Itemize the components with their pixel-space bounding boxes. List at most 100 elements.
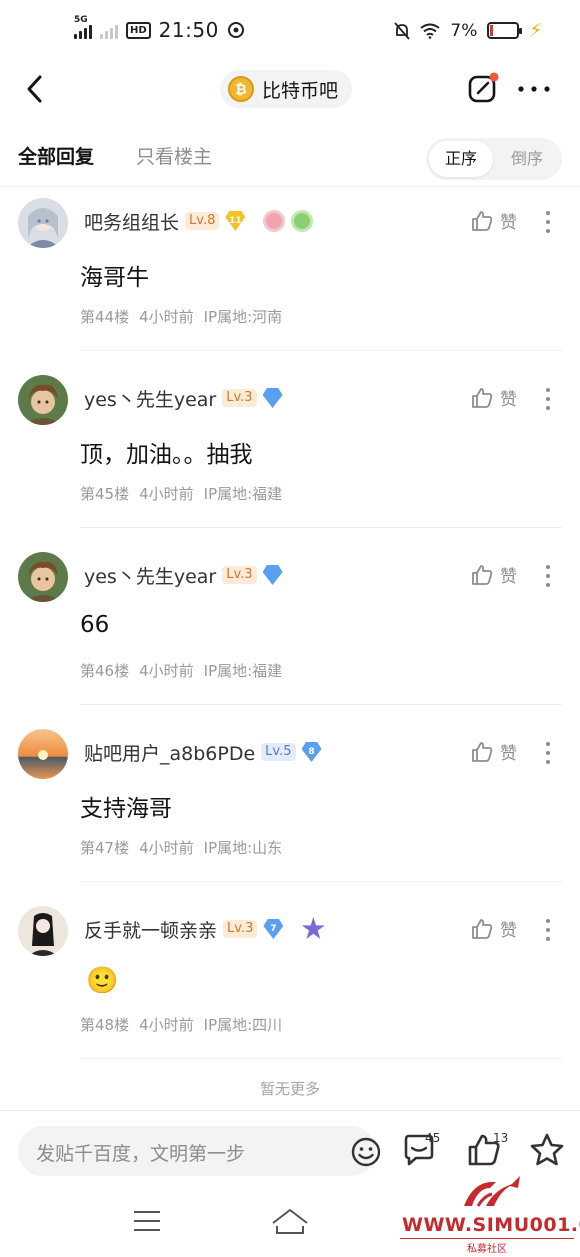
post-time: 4小时前 [139, 485, 194, 503]
divider [80, 704, 562, 705]
reply-meta: 第44楼 4小时前 IP属地:河南 [80, 306, 282, 327]
avatar[interactable] [18, 729, 68, 779]
thumbs-up-icon [472, 564, 493, 585]
avatar[interactable] [18, 375, 68, 425]
status-right: 7% ⚡ [394, 20, 542, 41]
ip-location: IP属地:河南 [203, 308, 283, 326]
battery-icon [487, 22, 523, 39]
star-badge-icon [301, 917, 325, 939]
thumbs-up-icon [472, 210, 493, 231]
thumbs-up-icon [472, 918, 493, 939]
sync-icon [227, 22, 244, 38]
reply-content: 顶，加油。。抽我 [80, 442, 253, 468]
post-time: 4小时前 [139, 839, 194, 857]
like-label: 赞 [500, 921, 517, 941]
diamond-badge-icon [262, 388, 283, 408]
floor-number: 第47楼 [80, 839, 130, 857]
emoji-icon[interactable] [350, 1136, 382, 1168]
like-count: 13 [493, 1131, 509, 1145]
mute-bell-icon [394, 21, 411, 40]
edit-post-icon[interactable] [466, 72, 500, 106]
username[interactable]: 吧务组组长 [84, 208, 179, 235]
top-nav: ₿ 比特币吧 [0, 62, 580, 118]
reply-meta: 第48楼 4小时前 IP属地:四川 [80, 1014, 282, 1035]
user-info: yes丶先生year Lv.3 [84, 385, 283, 411]
like-label: 赞 [500, 744, 517, 764]
clock: 21:50 [158, 18, 219, 42]
comment-placeholder: 发贴千百度，文明第一步 [36, 1143, 246, 1165]
flower-badge-icon [263, 210, 286, 232]
username[interactable]: 反手就一顿亲亲 [84, 916, 217, 943]
star-icon[interactable] [528, 1131, 566, 1169]
bitcoin-icon: ₿ [228, 76, 254, 102]
more-menu-icon[interactable] [516, 76, 552, 102]
leaf-badge-icon [291, 210, 314, 232]
post-time: 4小时前 [139, 662, 194, 680]
home-icon[interactable] [270, 1206, 310, 1236]
like-button[interactable]: 赞 [470, 208, 517, 233]
reply-meta: 第46楼 4小时前 IP属地:福建 [80, 660, 282, 681]
floor-number: 第46楼 [80, 662, 130, 680]
reply-meta: 第45楼 4小时前 IP属地:福建 [80, 483, 282, 504]
gold-rank-icon: 11 [225, 211, 246, 231]
diamond-badge-icon: 7 [263, 919, 284, 939]
ip-location: IP属地:四川 [203, 1016, 283, 1034]
status-bar: 5G HD 21:50 7% ⚡ [0, 0, 580, 62]
reply-item[interactable]: 吧务组组长 Lv.8 11 赞 海哥牛 第44楼 4小时前 IP属地:河南 [0, 186, 580, 363]
username[interactable]: yes丶先生year [84, 562, 216, 589]
sort-ascending-button[interactable]: 正序 [429, 141, 493, 177]
diamond-badge-icon [262, 565, 283, 585]
like-label: 赞 [500, 390, 517, 410]
kebab-menu-icon[interactable] [540, 916, 556, 944]
thumbs-up-icon [472, 741, 493, 762]
username[interactable]: yes丶先生year [84, 385, 216, 412]
menu-icon[interactable] [132, 1208, 162, 1234]
avatar[interactable] [18, 552, 68, 602]
avatar[interactable] [18, 906, 68, 956]
post-time: 4小时前 [139, 308, 194, 326]
diamond-badge-icon: 8 [301, 742, 322, 762]
reply-item[interactable]: 反手就一顿亲亲 Lv.3 7 赞 🙂 第48楼 4小时前 IP属地:四川 [0, 894, 580, 1071]
reply-item[interactable]: 贴吧用户_a8b6PDe Lv.5 8 赞 支持海哥 第47楼 4小时前 IP属… [0, 717, 580, 894]
floor-number: 第44楼 [80, 308, 130, 326]
like-button[interactable]: 赞 [470, 739, 517, 764]
level-badge: Lv.3 [222, 566, 257, 584]
watermark: WWW.SIMU001.CN 私募社区 [400, 1174, 580, 1255]
kebab-menu-icon[interactable] [540, 385, 556, 413]
kebab-menu-icon[interactable] [540, 739, 556, 767]
divider [80, 1058, 562, 1059]
watermark-subtext: 私募社区 [400, 1238, 574, 1255]
username[interactable]: 贴吧用户_a8b6PDe [84, 739, 255, 766]
post-time: 4小时前 [139, 1016, 194, 1034]
kebab-menu-icon[interactable] [540, 208, 556, 236]
user-info: yes丶先生year Lv.3 [84, 562, 283, 588]
like-button[interactable]: 赞 [470, 385, 517, 410]
divider [80, 527, 562, 528]
tab-all-replies[interactable]: 全部回复 [18, 142, 94, 169]
forum-chip[interactable]: ₿ 比特币吧 [220, 70, 353, 108]
comment-input[interactable]: 发贴千百度，文明第一步 [18, 1126, 381, 1176]
reply-item[interactable]: yes丶先生year Lv.3 赞 顶，加油。。抽我 第45楼 4小时前 IP属… [0, 363, 580, 540]
reply-item[interactable]: yes丶先生year Lv.3 赞 66 第46楼 4小时前 IP属地:福建 [0, 540, 580, 717]
cellular-signal-2-icon [100, 21, 118, 39]
like-button[interactable]: 赞 [470, 562, 517, 587]
floor-number: 第48楼 [80, 1016, 130, 1034]
like-label: 赞 [500, 567, 517, 587]
reply-content: 海哥牛 [80, 265, 149, 291]
comment-count: 45 [425, 1131, 441, 1145]
forum-name: 比特币吧 [262, 79, 339, 102]
sort-toggle: 正序 倒序 [426, 138, 562, 180]
network-type: 5G [74, 15, 88, 25]
back-arrow-icon[interactable] [22, 72, 52, 106]
like-button[interactable]: 赞 [470, 916, 517, 941]
reply-content: 🙂 [86, 966, 119, 996]
kebab-menu-icon[interactable] [540, 562, 556, 590]
avatar[interactable] [18, 198, 68, 248]
ip-location: IP属地:福建 [203, 485, 283, 503]
wifi-icon [420, 23, 440, 39]
sort-descending-button[interactable]: 倒序 [495, 141, 559, 177]
cellular-signal-icon: 5G [74, 15, 92, 39]
hd-icon: HD [126, 21, 151, 39]
like-label: 赞 [500, 213, 517, 233]
tab-op-only[interactable]: 只看楼主 [136, 142, 212, 169]
